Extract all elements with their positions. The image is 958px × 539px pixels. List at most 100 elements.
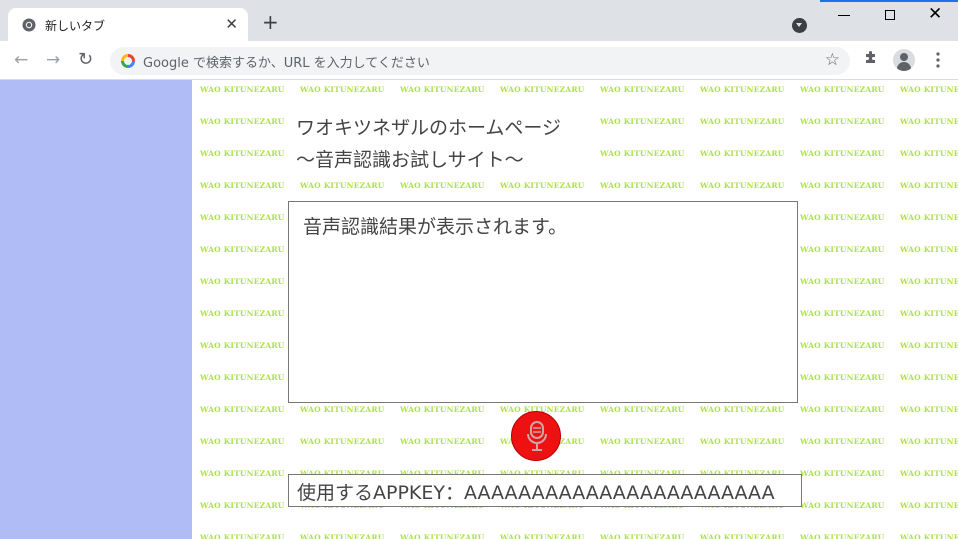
forward-arrow-icon[interactable]: → [46,50,60,70]
pattern-text: WAO KITUNEZARU [400,533,485,539]
pattern-text: WAO KITUNEZARU [900,149,958,158]
pattern-text: WAO KITUNEZARU [800,85,885,94]
main-content: WAO KITUNEZARU WAO KITUNEZARU WAO KITUNEZA… [192,80,958,539]
appkey-display: 使用するAPPKEY：AAAAAAAAAAAAAAAAAAAAAAA [288,474,802,507]
bookmark-star-icon[interactable]: ☆ [825,50,840,70]
pattern-text: WAO KITUNEZARU [200,373,285,382]
pattern-text: WAO KITUNEZARU [300,85,385,94]
pattern-text: WAO KITUNEZARU [800,277,885,286]
pattern-text: WAO KITUNEZARU [200,149,285,158]
pattern-text: WAO KITUNEZARU [900,469,958,478]
profile-avatar-icon[interactable] [893,49,915,71]
pattern-text: WAO KITUNEZARU [700,117,785,126]
pattern-text: WAO KITUNEZARU [200,181,285,190]
pattern-text: WAO KITUNEZARU [900,341,958,350]
pattern-text: WAO KITUNEZARU [800,117,885,126]
pattern-text: WAO KITUNEZARU [800,309,885,318]
pattern-text: WAO KITUNEZARU [900,533,958,539]
pattern-text: WAO KITUNEZARU [200,213,285,222]
pattern-text: WAO KITUNEZARU [800,373,885,382]
pattern-text: WAO KITUNEZARU [500,85,585,94]
pattern-text: WAO KITUNEZARU [900,501,958,510]
pattern-text: WAO KITUNEZARU [900,405,958,414]
pattern-text: WAO KITUNEZARU [600,149,685,158]
pattern-text: WAO KITUNEZARU [900,373,958,382]
pattern-text: WAO KITUNEZARU [400,85,485,94]
pattern-text: WAO KITUNEZARU [400,437,485,446]
pattern-text: WAO KITUNEZARU [600,437,685,446]
pattern-text: WAO KITUNEZARU [600,117,685,126]
pattern-text: WAO KITUNEZARU [800,341,885,350]
pattern-text: WAO KITUNEZARU [600,533,685,539]
pattern-text: WAO KITUNEZARU [200,341,285,350]
pattern-text: WAO KITUNEZARU [400,181,485,190]
web-page: WAO KITUNEZARU WAO KITUNEZARU WAO KITUNEZA… [0,80,958,539]
pattern-text: WAO KITUNEZARU [300,405,385,414]
address-bar-placeholder: Google で検索するか、URL を入力してください [143,56,430,71]
pattern-text: WAO KITUNEZARU [800,501,885,510]
page-title-line2: ～音声認識お試しサイト～ [296,149,524,171]
browser-tab[interactable]: 新しいタブ ✕ [8,8,248,41]
pattern-text: WAO KITUNEZARU [600,181,685,190]
pattern-text: WAO KITUNEZARU [200,405,285,414]
pattern-text: WAO KITUNEZARU [800,533,885,539]
pattern-text: WAO KITUNEZARU [900,245,958,254]
page-title-line1: ワオキツネザルのホームページ [296,117,562,139]
pattern-text: WAO KITUNEZARU [400,405,485,414]
pattern-text: WAO KITUNEZARU [800,181,885,190]
pattern-text: WAO KITUNEZARU [700,533,785,539]
pattern-text: WAO KITUNEZARU [900,309,958,318]
browser-tab-strip: 新しいタブ ✕ + ✕ [0,0,958,41]
google-g-icon [121,54,135,68]
pattern-text: WAO KITUNEZARU [500,181,585,190]
accent-line [820,0,958,2]
pattern-text: WAO KITUNEZARU [200,469,285,478]
new-tab-icon[interactable]: + [262,12,279,32]
pattern-text: WAO KITUNEZARU [200,309,285,318]
pattern-text: WAO KITUNEZARU [900,437,958,446]
pattern-text: WAO KITUNEZARU [300,181,385,190]
minimize-icon[interactable] [838,15,850,16]
pattern-text: WAO KITUNEZARU [900,117,958,126]
pattern-text: WAO KITUNEZARU [800,213,885,222]
back-arrow-icon[interactable]: ← [14,50,28,70]
pattern-text: WAO KITUNEZARU [900,181,958,190]
browser-toolbar: ← → ↻ Google で検索するか、URL を入力してください ☆ [0,41,958,80]
pattern-text: WAO KITUNEZARU [900,85,958,94]
pattern-text: WAO KITUNEZARU [300,533,385,539]
microphone-button[interactable] [511,411,561,461]
tab-title: 新しいタブ [45,19,106,33]
pattern-text: WAO KITUNEZARU [800,245,885,254]
close-tab-icon[interactable]: ✕ [225,15,238,33]
maximize-icon[interactable] [885,10,895,20]
pattern-text: WAO KITUNEZARU [900,213,958,222]
pattern-text: WAO KITUNEZARU [900,277,958,286]
pattern-text: WAO KITUNEZARU [800,405,885,414]
window-close-icon[interactable]: ✕ [928,4,942,24]
pattern-text: WAO KITUNEZARU [800,149,885,158]
pattern-text: WAO KITUNEZARU [700,181,785,190]
pattern-text: WAO KITUNEZARU [700,405,785,414]
pattern-text: WAO KITUNEZARU [700,149,785,158]
pattern-text: WAO KITUNEZARU [800,469,885,478]
pattern-text: WAO KITUNEZARU [500,533,585,539]
tab-search-icon[interactable] [792,18,807,33]
address-bar[interactable]: Google で検索するか、URL を入力してください ☆ [110,47,850,75]
pattern-text: WAO KITUNEZARU [300,437,385,446]
extensions-puzzle-icon[interactable] [864,50,878,64]
reload-icon[interactable]: ↻ [78,50,93,70]
pattern-text: WAO KITUNEZARU [700,85,785,94]
chrome-icon [22,18,36,32]
more-menu-icon[interactable] [936,52,940,68]
left-sidebar [0,80,192,539]
pattern-text: WAO KITUNEZARU [200,117,285,126]
pattern-text: WAO KITUNEZARU [200,437,285,446]
recognition-result-box: 音声認識結果が表示されます。 [288,201,798,403]
pattern-text: WAO KITUNEZARU [600,405,685,414]
pattern-text: WAO KITUNEZARU [200,85,285,94]
pattern-text: WAO KITUNEZARU [600,85,685,94]
pattern-text: WAO KITUNEZARU [200,501,285,510]
pattern-text: WAO KITUNEZARU [200,533,285,539]
microphone-icon [527,421,547,451]
pattern-text: WAO KITUNEZARU [200,277,285,286]
